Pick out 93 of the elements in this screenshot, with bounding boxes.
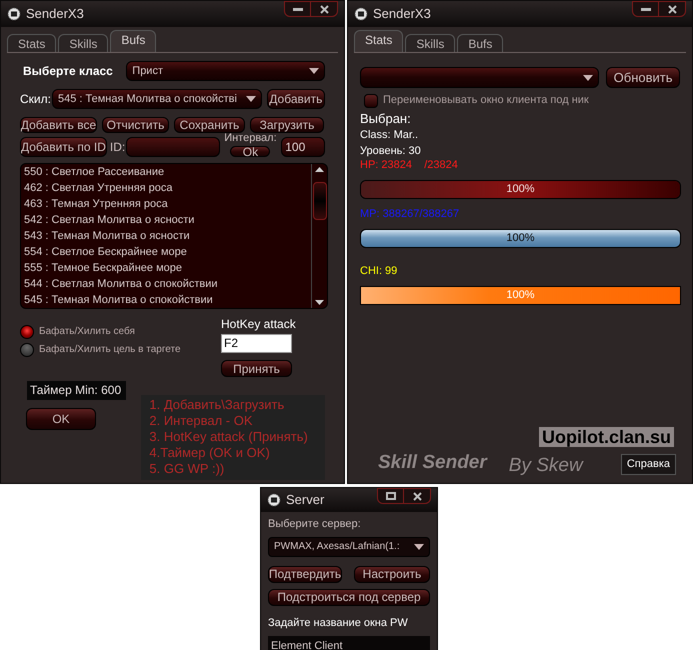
tab[interactable]: Bufs xyxy=(110,30,156,52)
instruction-line: 5. GG WP :)) xyxy=(149,461,226,477)
instruction-line: 3. HotKey attack (Принять) xyxy=(149,429,309,445)
dropdown[interactable]: 545 : Темная Молитва о спокойстві xyxy=(52,89,262,109)
skill-label: Скил: xyxy=(20,91,51,108)
instruction-line: 1. Добавить\Загрузить xyxy=(149,397,286,413)
caret-icon xyxy=(583,74,594,80)
checkbox-label: Переименовывать окно клиента под ник xyxy=(383,93,589,108)
window-title: SenderX3 xyxy=(26,5,84,24)
tab[interactable]: Stats xyxy=(354,30,404,52)
close-icon xyxy=(668,4,676,14)
adapt-button[interactable]: Подстроиться под сервер xyxy=(268,588,430,606)
close-icon xyxy=(412,492,422,500)
apply-button[interactable]: Принять xyxy=(221,360,292,377)
minimize-icon xyxy=(640,7,650,11)
skill-list-item[interactable]: 550 : Светлое Рассеивание xyxy=(24,164,311,180)
scroll-up-icon xyxy=(315,167,324,172)
interval-ok-button[interactable]: Ok xyxy=(230,146,270,157)
minimize-icon xyxy=(292,7,302,11)
caret-icon xyxy=(309,68,319,74)
hotkey-field[interactable]: F2 xyxy=(221,334,292,353)
site-text: Uopilot.clan.su xyxy=(538,427,674,447)
app-icon xyxy=(267,493,281,507)
dropdown-value: 545 : Темная Молитва о спокойстві xyxy=(58,92,237,107)
action-button[interactable]: Сохранить xyxy=(174,117,245,133)
radio-button[interactable] xyxy=(20,324,34,338)
skill-list-item[interactable]: 462 : Светлая Утренняя роса xyxy=(24,180,311,196)
caret-icon xyxy=(246,96,256,102)
skill-list-item[interactable]: 542 : Светлая Молитва о ясности xyxy=(24,212,311,228)
radio-label: Бафать/Хилить себя xyxy=(39,325,135,339)
meter-label: MP: 388267/388267 xyxy=(360,208,460,221)
radio-option[interactable]: Бафать/Хилить себя xyxy=(20,324,220,339)
tab[interactable]: Skills xyxy=(405,34,456,52)
selected-label: Выбран: xyxy=(360,111,412,127)
checkbox[interactable] xyxy=(364,94,378,108)
tab[interactable]: Skills xyxy=(58,34,108,52)
radio-button[interactable] xyxy=(20,342,34,356)
radio-option[interactable]: Бафать/Хилить цель в таргете xyxy=(20,342,220,357)
skill-list-item[interactable]: 463 : Темная Утренняя роса xyxy=(24,196,311,212)
radio-label: Бафать/Хилить цель в таргете xyxy=(39,343,181,357)
meter-reading: 100% xyxy=(505,288,536,304)
author-text: By Skew xyxy=(508,454,583,478)
app-icon xyxy=(354,7,368,21)
tab[interactable]: Stats xyxy=(7,34,56,52)
dropdown-value: Прист xyxy=(132,64,164,79)
server-label: Выберите сервер: xyxy=(268,517,362,532)
timer-field[interactable]: Таймер Min: 600 xyxy=(27,381,126,400)
add-by-id-button[interactable]: Добавить по ID xyxy=(20,137,107,157)
window-title: SenderX3 xyxy=(373,5,431,24)
confirm-button[interactable]: Подтвердить xyxy=(268,566,342,582)
dropdown[interactable]: PWMAX, Axesas/Lafnian(1.: xyxy=(268,536,430,556)
window-name-label: Задайте название окна PW xyxy=(268,616,409,630)
interval-label: Интервал: xyxy=(224,133,277,144)
window-name-field[interactable]: Element Client xyxy=(268,636,430,650)
tab[interactable]: Bufs xyxy=(457,34,504,52)
meter-reading: 100% xyxy=(505,182,536,198)
help-button[interactable]: Справка xyxy=(620,454,676,474)
hotkey-label: HotKey attack xyxy=(221,317,296,332)
id-field[interactable] xyxy=(126,137,220,157)
skill-list-item[interactable]: 543 : Темная Молитва о ясности xyxy=(24,228,311,244)
window-title: Server xyxy=(286,491,324,510)
setup-button[interactable]: Настроить xyxy=(354,566,430,582)
skill-list-item[interactable]: 554 : Светлое Бескрайнее море xyxy=(24,244,311,260)
class-text: Class: Mar.. xyxy=(360,128,420,143)
add-button[interactable]: Добавить xyxy=(266,89,325,109)
scroll-thumb[interactable] xyxy=(312,182,326,220)
meter-label: HP: 23824 /23824 xyxy=(360,159,459,172)
ok-button[interactable]: OK xyxy=(26,408,96,430)
dropdown-value: PWMAX, Axesas/Lafnian(1.: xyxy=(274,540,400,554)
meter-label: CHI: 99 xyxy=(360,265,398,278)
instruction-line: 4.Таймер (OK и OK) xyxy=(149,445,271,461)
refresh-button[interactable]: Обновить xyxy=(606,67,680,88)
caret-icon xyxy=(414,544,424,550)
class-label: Выберте класс xyxy=(22,63,114,80)
close-icon xyxy=(320,4,328,14)
app-icon xyxy=(7,7,21,21)
maximize-icon xyxy=(386,492,396,500)
interval-field[interactable]: 100 xyxy=(281,137,326,157)
action-button[interactable]: Отчистить xyxy=(102,117,169,133)
level-text: Уровень: 30 xyxy=(360,144,422,159)
skill-list-item[interactable]: 555 : Темное Бескрайнее море xyxy=(24,260,311,276)
scrollbar[interactable] xyxy=(311,164,327,308)
meter-reading: 100% xyxy=(505,231,536,246)
rename-checkbox-row[interactable]: Переименовывать окно клиента под ник xyxy=(364,93,680,108)
dropdown[interactable]: Прист xyxy=(126,61,325,81)
id-label: ID: xyxy=(110,139,126,156)
app-name: Skill Sender xyxy=(378,451,487,475)
scroll-down-icon xyxy=(315,300,324,305)
action-button[interactable]: Загрузить xyxy=(250,117,324,133)
skill-list-item[interactable]: 545 : Темная Молитва о спокойствии xyxy=(24,292,311,308)
skill-list-item[interactable]: 544 : Светлая Молитва о спокойствии xyxy=(24,276,311,292)
action-button[interactable]: Добавить все xyxy=(20,117,97,133)
instruction-line: 2. Интервал - OK xyxy=(149,413,254,429)
